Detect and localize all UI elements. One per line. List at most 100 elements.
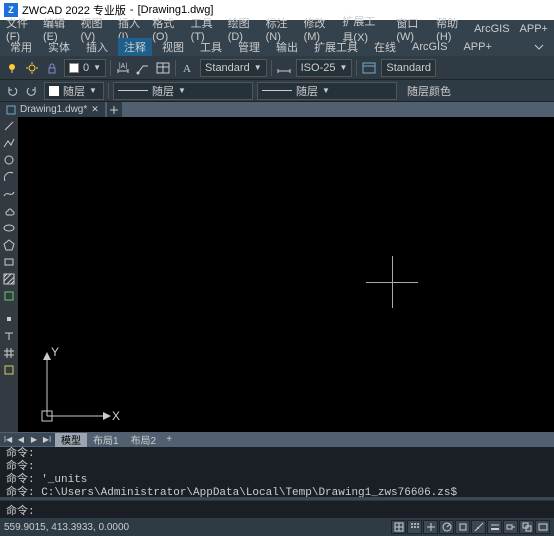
arc-tool-icon[interactable] (2, 170, 16, 184)
ribbontab-online[interactable]: 在线 (368, 38, 402, 56)
lweight-toggle-icon[interactable] (487, 520, 502, 534)
ribbontab-manage[interactable]: 管理 (232, 38, 266, 56)
polygon-tool-icon[interactable] (2, 238, 16, 252)
tab-nav-prev-icon[interactable]: ◀ (15, 433, 27, 446)
tab-nav-last-icon[interactable]: ▶I (41, 433, 53, 446)
region-tool-icon[interactable] (2, 289, 16, 303)
add-layout-icon[interactable]: + (162, 433, 176, 447)
model-toggle-icon[interactable] (535, 520, 550, 534)
cycle-toggle-icon[interactable] (519, 520, 534, 534)
ribbontab-appplus[interactable]: APP+ (457, 40, 497, 54)
ribbontab-arcgis[interactable]: ArcGIS (406, 40, 453, 54)
tablestyle-value: Standard (386, 62, 431, 74)
block-tool-icon[interactable] (2, 363, 16, 377)
tab-nav-next-icon[interactable]: ▶ (28, 433, 40, 446)
undo-icon[interactable] (4, 83, 20, 99)
redo-icon[interactable] (24, 83, 40, 99)
lineweight-value: 随层 (152, 83, 174, 99)
table-icon[interactable] (155, 60, 171, 76)
command-prompt: 命令: (6, 502, 35, 518)
ribbon-panel: 0 ▼ |A| A Standard ▼ ISO-25 ▼ Standard (0, 56, 554, 80)
ribbon-collapse-icon[interactable] (528, 41, 550, 53)
command-input[interactable] (39, 504, 548, 516)
ribbontab-entity[interactable]: 实体 (42, 38, 76, 56)
linetype-dropdown[interactable]: 随层 ▼ (257, 82, 397, 100)
ucs-icon: Y X (32, 346, 122, 426)
file-icon (6, 105, 16, 115)
svg-text:A: A (183, 63, 191, 75)
ucs-y-label: Y (51, 346, 59, 359)
command-history: 命令: 命令: 命令: '_units 命令: C:\Users\Adminis… (0, 447, 554, 497)
file-tab-name: Drawing1.dwg* (20, 104, 87, 115)
ribbontab-annotate[interactable]: 注释 (118, 38, 152, 56)
layer-value: 0 (83, 62, 89, 74)
menubar: 文件(F) 编辑(E) 视图(V) 插入(I) 格式(O) 工具(T) 绘图(D… (0, 20, 554, 38)
command-line: 命令: 命令: 命令: '_units 命令: C:\Users\Adminis… (0, 447, 554, 518)
ribbontab-view[interactable]: 视图 (156, 38, 190, 56)
lineweight-dropdown[interactable]: 随层 ▼ (113, 82, 253, 100)
dimstyle-icon[interactable] (276, 60, 292, 76)
otrack-toggle-icon[interactable] (471, 520, 486, 534)
file-tab[interactable]: Drawing1.dwg* ✕ (0, 102, 105, 117)
ribbontab-extend[interactable]: 扩展工具 (308, 38, 364, 56)
dimension-text-icon[interactable]: |A| (115, 60, 131, 76)
lineweight-preview-icon (118, 90, 148, 91)
dyn-toggle-icon[interactable] (503, 520, 518, 534)
line-tool-icon[interactable] (2, 119, 16, 133)
drawing-canvas[interactable]: Y X (18, 117, 554, 432)
layer-lock-icon[interactable] (44, 60, 60, 76)
spline-tool-icon[interactable] (2, 187, 16, 201)
tablestyle-dropdown[interactable]: Standard (381, 59, 436, 77)
dropdown-arrow-icon: ▼ (93, 63, 101, 72)
model-tab[interactable]: 模型 (55, 433, 87, 447)
point-tool-icon[interactable] (2, 312, 16, 326)
cloud-tool-icon[interactable] (2, 204, 16, 218)
text-tool-icon[interactable] (2, 329, 16, 343)
svg-text:|A|: |A| (119, 63, 127, 70)
cmd-line: 命令: '_units (6, 474, 548, 487)
grid-toggle-icon[interactable] (407, 520, 422, 534)
osnap-toggle-icon[interactable] (455, 520, 470, 534)
ortho-toggle-icon[interactable] (423, 520, 438, 534)
polar-toggle-icon[interactable] (439, 520, 454, 534)
mleader-icon[interactable] (135, 60, 151, 76)
layout1-tab[interactable]: 布局1 (87, 433, 125, 447)
file-tabs: Drawing1.dwg* ✕ (0, 102, 554, 117)
color-swatch-icon (69, 63, 79, 73)
ellipse-tool-icon[interactable] (2, 221, 16, 235)
dropdown-arrow-icon: ▼ (322, 86, 330, 95)
rectangle-tool-icon[interactable] (2, 255, 16, 269)
dimstyle-value: ISO-25 (301, 62, 336, 74)
tablestyle-icon[interactable] (361, 60, 377, 76)
layer-sun-icon[interactable] (24, 60, 40, 76)
textstyle-dropdown[interactable]: Standard ▼ (200, 59, 267, 77)
cmd-line: 命令: C:\Users\Administrator\AppData\Local… (6, 487, 548, 497)
menu-appplus[interactable]: APP+ (516, 22, 552, 36)
menu-arcgis[interactable]: ArcGIS (470, 22, 513, 36)
grid-tool-icon[interactable] (2, 346, 16, 360)
textstyle-icon[interactable]: A (180, 60, 196, 76)
polyline-tool-icon[interactable] (2, 136, 16, 150)
close-tab-icon[interactable]: ✕ (91, 104, 99, 115)
ribbontab-tools[interactable]: 工具 (194, 38, 228, 56)
dimstyle-dropdown[interactable]: ISO-25 ▼ (296, 59, 353, 77)
new-tab-button[interactable] (107, 102, 122, 117)
ribbontab-output[interactable]: 输出 (270, 38, 304, 56)
color-value: 随层 (63, 83, 85, 99)
ribbontab-home[interactable]: 常用 (4, 38, 38, 56)
circle-tool-icon[interactable] (2, 153, 16, 167)
color-dropdown[interactable]: 随层 ▼ (44, 82, 104, 100)
dropdown-arrow-icon: ▼ (339, 63, 347, 72)
dropdown-arrow-icon: ▼ (254, 63, 262, 72)
layout2-tab[interactable]: 布局2 (125, 433, 163, 447)
layer-lightbulb-icon[interactable] (4, 60, 20, 76)
ribbontab-insert[interactable]: 插入 (80, 38, 114, 56)
hatch-tool-icon[interactable] (2, 272, 16, 286)
snap-toggle-icon[interactable] (391, 520, 406, 534)
tab-nav-first-icon[interactable]: I◀ (2, 433, 14, 446)
status-bar: 559.9015, 413.3933, 0.0000 (0, 518, 554, 536)
color-label: 随层颜色 (407, 83, 451, 99)
color-swatch-dropdown[interactable]: 0 ▼ (64, 59, 106, 77)
linetype-value: 随层 (296, 83, 318, 99)
ribbon-tabs: 常用 实体 插入 注释 视图 工具 管理 输出 扩展工具 在线 ArcGIS A… (0, 38, 554, 56)
